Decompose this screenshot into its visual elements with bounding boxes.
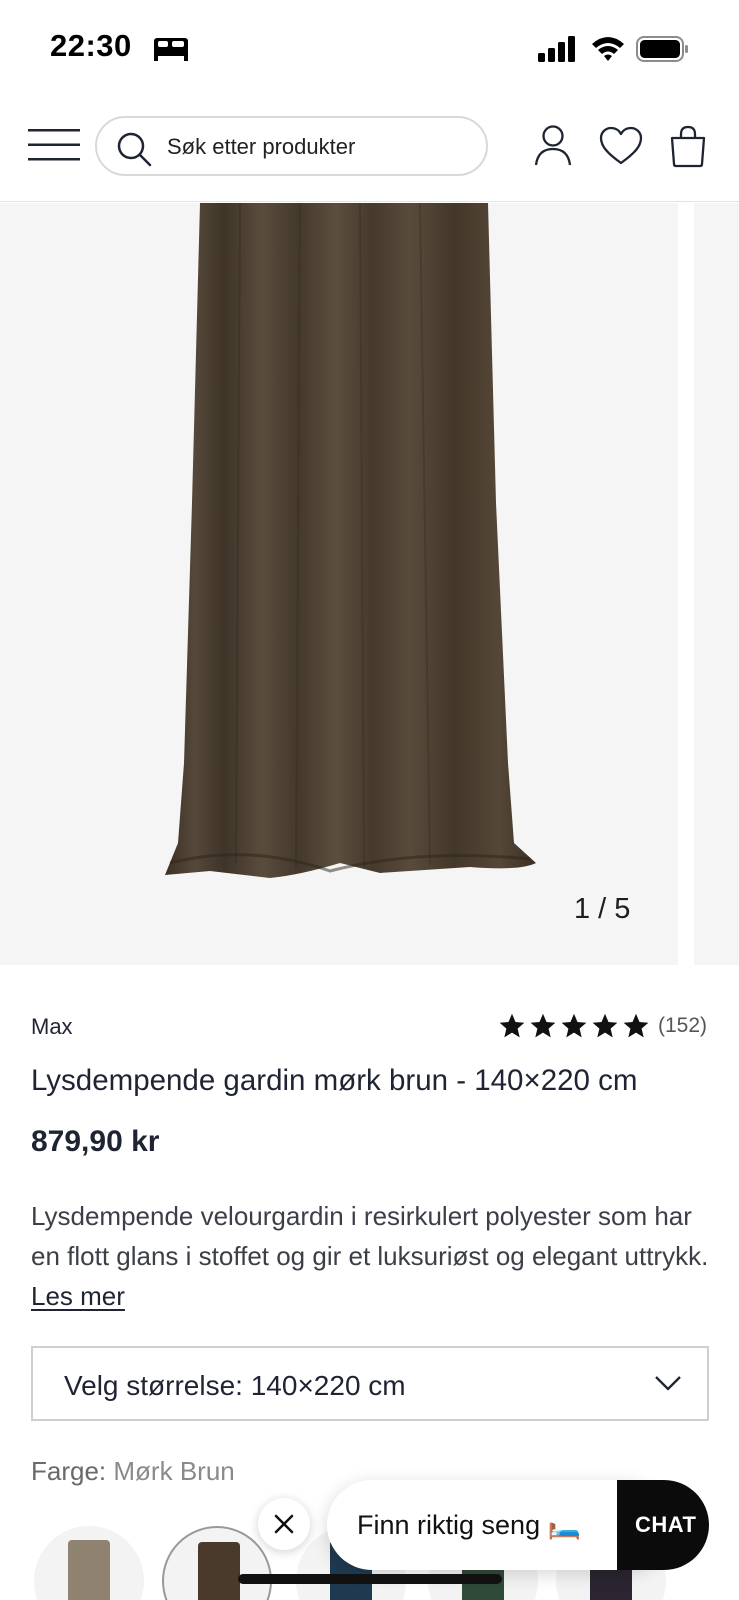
description-text: Lysdempende velourgardin i resirkulert p… <box>31 1201 709 1271</box>
product-image <box>165 203 536 878</box>
star-icon <box>499 1013 525 1038</box>
read-more-link[interactable]: Les mer <box>31 1281 125 1311</box>
star-icon <box>561 1013 587 1038</box>
rating-stars <box>498 1012 650 1040</box>
swatch-image <box>198 1542 240 1600</box>
battery-icon <box>636 36 688 62</box>
bed-finder-label: Finn riktig seng 🛏️ <box>357 1510 582 1540</box>
bed-icon <box>154 38 188 61</box>
rating-count: (152) <box>658 1014 708 1037</box>
color-value: Mørk Brun <box>113 1456 235 1486</box>
search-icon <box>117 132 152 167</box>
gallery-counter: 1 / 5 <box>574 893 631 925</box>
star-icon <box>623 1013 649 1038</box>
gallery-slide[interactable]: 1 / 5 <box>0 203 678 965</box>
product-rating[interactable]: (152) <box>498 1010 707 1042</box>
close-icon <box>274 1514 294 1534</box>
search-input[interactable]: Søk etter produkter <box>95 116 488 176</box>
product-title: Lysdempende gardin mørk brun - 140×220 c… <box>31 1064 638 1097</box>
chat-label: CHAT <box>635 1512 697 1537</box>
status-bar: 22:30 <box>0 0 739 100</box>
size-select[interactable]: Velg størrelse: 140×220 cm <box>31 1346 709 1421</box>
color-info: Farge: Mørk Brun <box>31 1456 235 1487</box>
site-header: Søk etter produkter <box>0 100 739 202</box>
search-placeholder: Søk etter produkter <box>167 134 356 159</box>
color-label: Farge: <box>31 1456 107 1486</box>
color-swatch-selected[interactable] <box>162 1526 272 1600</box>
menu-icon[interactable] <box>28 128 80 162</box>
bed-finder-button[interactable]: Finn riktig seng 🛏️ <box>327 1480 667 1570</box>
chevron-down-icon <box>655 1376 681 1391</box>
star-icon <box>530 1013 556 1038</box>
swatch-image <box>68 1540 110 1600</box>
product-price: 879,90 kr <box>31 1125 160 1158</box>
chat-button[interactable]: CHAT <box>617 1480 709 1570</box>
star-icon <box>592 1013 618 1038</box>
product-description: Lysdempende velourgardin i resirkulert p… <box>31 1196 721 1316</box>
bag-icon[interactable] <box>668 124 708 168</box>
heart-icon[interactable] <box>599 126 643 166</box>
status-time: 22:30 <box>50 28 132 63</box>
account-icon[interactable] <box>534 124 572 166</box>
next-slide-peek[interactable] <box>694 203 739 965</box>
dismiss-button[interactable] <box>258 1498 310 1550</box>
brand-name[interactable]: Max <box>31 1014 73 1040</box>
wifi-icon <box>592 37 624 61</box>
color-swatch[interactable] <box>34 1526 144 1600</box>
home-indicator[interactable] <box>238 1574 502 1584</box>
signal-icon <box>538 36 575 62</box>
product-gallery[interactable]: 1 / 5 <box>0 203 739 965</box>
size-select-label: Velg størrelse: 140×220 cm <box>64 1370 406 1401</box>
